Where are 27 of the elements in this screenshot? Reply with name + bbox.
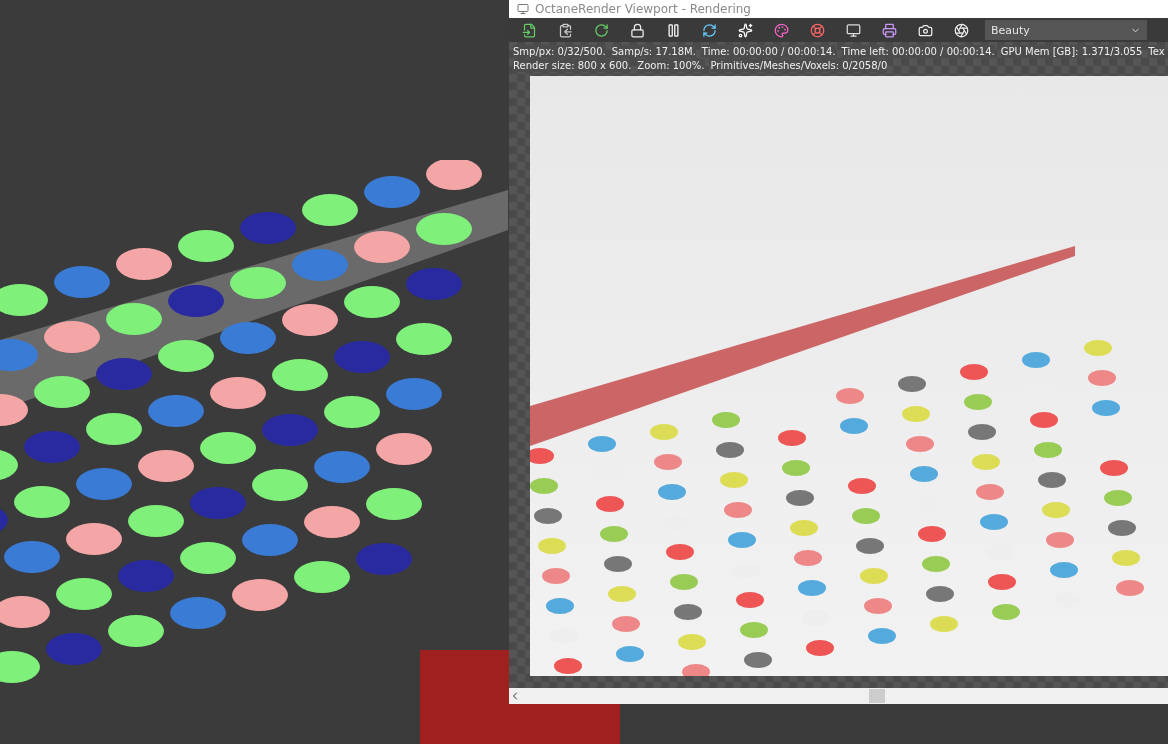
refresh-icon bbox=[701, 22, 717, 38]
camera-icon bbox=[917, 22, 933, 38]
monitor-icon bbox=[845, 22, 861, 38]
palette-icon bbox=[773, 22, 789, 38]
window-title: OctaneRender Viewport - Rendering bbox=[535, 2, 751, 16]
horizontal-scrollbar[interactable] bbox=[509, 688, 1168, 704]
render-stat: Time left: 00:00:00 / 00:00:14. bbox=[841, 45, 995, 58]
printer-icon bbox=[881, 22, 897, 38]
render-stat: Render size: 800 x 600. bbox=[513, 59, 632, 72]
render-stat: Time: 00:00:00 / 00:00:14. bbox=[701, 45, 836, 58]
render-stat: GPU Mem [GB]: 1.371/3.055 bbox=[1000, 45, 1143, 58]
render-stat: Primitives/Meshes/Voxels: 0/2058/0 bbox=[710, 59, 888, 72]
pause-icon bbox=[665, 22, 681, 38]
scroll-thumb[interactable] bbox=[869, 689, 885, 703]
window-icon bbox=[517, 3, 529, 15]
clipboard-icon bbox=[557, 22, 573, 38]
render-stat: Samp/s: 17.18M. bbox=[611, 45, 696, 58]
lifebuoy-icon bbox=[809, 22, 825, 38]
rotate-icon bbox=[593, 22, 609, 38]
render-stat: Tex bbox=[1148, 45, 1165, 58]
render-stat: Zoom: 100%. bbox=[637, 59, 705, 72]
pass-dropdown[interactable]: Beauty bbox=[985, 20, 1147, 40]
lock-icon bbox=[629, 22, 645, 38]
render-stat: Smp/px: 0/32/500. bbox=[513, 45, 606, 58]
aperture-icon bbox=[953, 22, 969, 38]
import-icon bbox=[521, 22, 537, 38]
sparkle-icon bbox=[737, 22, 753, 38]
